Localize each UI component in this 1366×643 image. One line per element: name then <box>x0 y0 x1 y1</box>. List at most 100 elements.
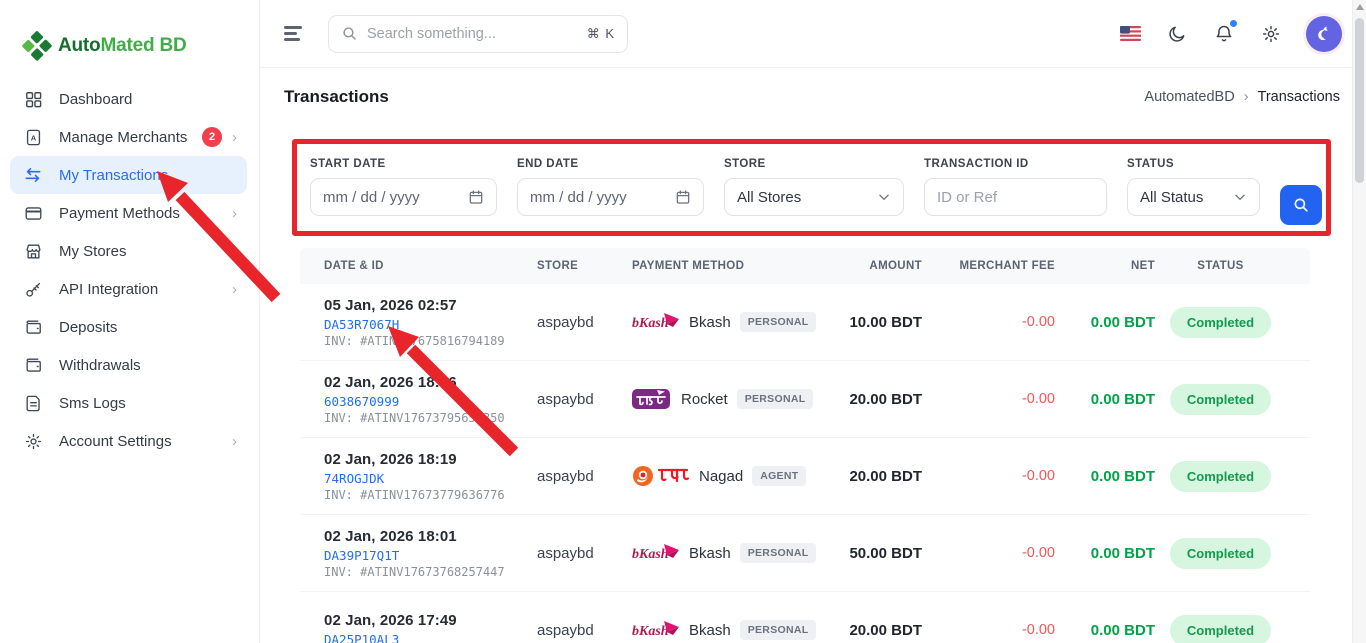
sidebar-item-dashboard[interactable]: Dashboard <box>10 80 247 118</box>
search-shortcut-hint: ⌘ K <box>587 26 615 42</box>
filter-status: STATUS All Status <box>1127 158 1260 236</box>
payment-method-name: Nagad <box>699 468 743 485</box>
notification-dot <box>1230 20 1237 27</box>
chevron-right-icon: › <box>232 282 237 297</box>
payment-method-name: Bkash <box>689 545 731 562</box>
notification-bell-icon[interactable] <box>1212 22 1236 46</box>
transaction-id-input[interactable] <box>937 189 1094 206</box>
transaction-id-link[interactable]: DA25P10AL3 <box>324 632 537 643</box>
calendar-icon[interactable] <box>468 189 484 205</box>
cell-date-id: 05 Jan, 2026 02:57 DA53R7067H INV: #ATIN… <box>324 297 537 348</box>
transaction-date: 02 Jan, 2026 18:01 <box>324 528 537 545</box>
transaction-id-link[interactable]: DA53R7067H <box>324 317 537 332</box>
col-date-id: DATE & ID <box>324 260 537 272</box>
brand-logo[interactable]: AutoMated BD <box>0 0 259 70</box>
transaction-date: 02 Jan, 2026 18:19 <box>324 451 537 468</box>
search-input[interactable] <box>367 26 578 42</box>
main-area: ⌘ K <box>260 0 1366 643</box>
payment-method-type-badge: AGENT <box>752 466 806 486</box>
sidebar-item-manage-merchants[interactable]: A Manage Merchants 2 › <box>10 118 247 156</box>
breadcrumb-root[interactable]: AutomatedBD <box>1144 89 1234 105</box>
sidebar-item-account-settings[interactable]: Account Settings › <box>10 422 247 460</box>
language-us-flag-icon[interactable] <box>1118 22 1142 46</box>
filter-transaction-id: TRANSACTION ID <box>924 158 1107 236</box>
sidebar-item-label: Account Settings <box>59 433 232 450</box>
payment-method-cell: bKash Bkash PERSONAL <box>632 540 832 566</box>
store-name: aspaybd <box>537 391 632 408</box>
file-lines-icon <box>22 392 44 414</box>
sidebar-item-withdrawals[interactable]: Withdrawals <box>10 346 247 384</box>
store-select-value: All Stores <box>737 189 877 206</box>
filter-search-button[interactable] <box>1280 185 1322 225</box>
global-search[interactable]: ⌘ K <box>328 15 628 53</box>
transactions-table: DATE & ID STORE PAYMENT METHOD AMOUNT ME… <box>300 248 1310 643</box>
table-row: 05 Jan, 2026 02:57 DA53R7067H INV: #ATIN… <box>300 284 1310 361</box>
transaction-id-field[interactable] <box>924 178 1107 216</box>
rocket-logo <box>632 387 672 411</box>
sidebar-toggle-hamburger-icon[interactable] <box>284 23 306 44</box>
net-amount: 0.00 BDT <box>1055 391 1155 408</box>
filter-label: END DATE <box>517 158 704 170</box>
scrollbar-thumb[interactable] <box>1355 18 1364 183</box>
nagad-logo <box>632 463 690 489</box>
date-placeholder: mm / dd / yyyy <box>323 189 468 206</box>
svg-text:bKash: bKash <box>632 547 669 562</box>
profile-avatar[interactable] <box>1306 16 1342 52</box>
store-select[interactable]: All Stores <box>724 178 904 216</box>
sidebar-item-deposits[interactable]: Deposits <box>10 308 247 346</box>
sidebar-item-label: Manage Merchants <box>59 129 202 146</box>
invoice-ref: INV: #ATINV17675816794189 <box>324 334 537 348</box>
gear-icon <box>22 430 44 452</box>
page-title: Transactions <box>284 87 389 107</box>
status-select[interactable]: All Status <box>1127 178 1260 216</box>
status-badge: Completed <box>1170 461 1271 492</box>
payment-method-name: Bkash <box>689 622 731 639</box>
calendar-icon[interactable] <box>675 189 691 205</box>
page-header: Transactions AutomatedBD › Transactions <box>284 84 1340 110</box>
payment-method-type-badge: PERSONAL <box>740 543 817 563</box>
payment-method-cell: Rocket PERSONAL <box>632 387 832 411</box>
merchants-count-badge: 2 <box>202 127 222 147</box>
page-scrollbar[interactable] <box>1352 0 1366 643</box>
sidebar-item-my-transactions[interactable]: My Transactions <box>10 156 247 194</box>
cell-date-id: 02 Jan, 2026 18:19 74ROGJDK INV: #ATINV1… <box>324 451 537 502</box>
table-row: 02 Jan, 2026 18:46 6038670999 INV: #ATIN… <box>300 361 1310 438</box>
dashboard-grid-icon <box>22 88 44 110</box>
store-name: aspaybd <box>537 314 632 331</box>
merchant-fee: -0.00 <box>922 468 1055 484</box>
chevron-down-icon <box>877 190 891 204</box>
filters-bar: START DATE mm / dd / yyyy END DATE mm / … <box>292 139 1340 236</box>
transaction-id-link[interactable]: 6038670999 <box>324 394 537 409</box>
sidebar-item-my-stores[interactable]: My Stores › <box>10 232 247 270</box>
status-cell: Completed <box>1155 615 1286 643</box>
sidebar-item-api-integration[interactable]: API Integration › <box>10 270 247 308</box>
payment-method-cell: Nagad AGENT <box>632 463 832 489</box>
dark-mode-moon-icon[interactable] <box>1165 22 1189 46</box>
scrollbar-up-arrow[interactable] <box>1356 4 1364 10</box>
end-date-input[interactable]: mm / dd / yyyy <box>517 178 704 216</box>
sidebar-item-label: Withdrawals <box>59 357 237 374</box>
status-cell: Completed <box>1155 384 1286 415</box>
invoice-ref: INV: #ATINV17673779636776 <box>324 488 537 502</box>
store-name: aspaybd <box>537 545 632 562</box>
status-badge: Completed <box>1170 307 1271 338</box>
settings-gear-icon[interactable] <box>1259 22 1283 46</box>
sidebar-item-sms-logs[interactable]: Sms Logs <box>10 384 247 422</box>
svg-text:bKash: bKash <box>632 624 669 639</box>
brand-diamond-icon <box>22 31 52 61</box>
filter-label: TRANSACTION ID <box>924 158 1107 170</box>
status-badge: Completed <box>1170 384 1271 415</box>
col-amount: AMOUNT <box>832 260 922 272</box>
search-icon <box>341 25 358 42</box>
sidebar-menu: Dashboard A Manage Merchants 2 › My Tran… <box>0 80 259 460</box>
payment-method-type-badge: PERSONAL <box>740 620 817 640</box>
start-date-input[interactable]: mm / dd / yyyy <box>310 178 497 216</box>
sidebar-item-payment-methods[interactable]: Payment Methods › <box>10 194 247 232</box>
merchant-fee: -0.00 <box>922 545 1055 561</box>
transaction-id-link[interactable]: 74ROGJDK <box>324 471 537 486</box>
invoice-ref: INV: #ATINV17673795651350 <box>324 411 537 425</box>
net-amount: 0.00 BDT <box>1055 468 1155 485</box>
amount: 20.00 BDT <box>832 391 922 408</box>
merchant-document-icon: A <box>22 126 44 148</box>
transaction-id-link[interactable]: DA39P17Q1T <box>324 548 537 563</box>
